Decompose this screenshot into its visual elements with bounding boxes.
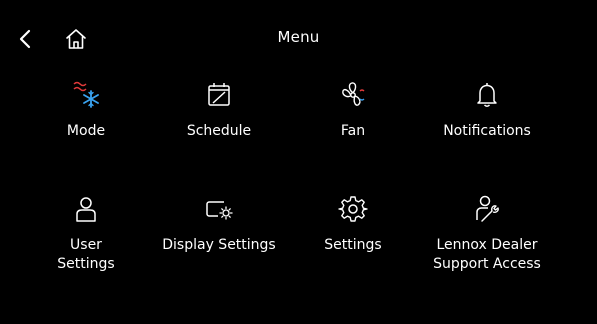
menu-item-label: Display Settings	[162, 237, 276, 253]
mode-icon	[69, 78, 103, 112]
menu-item-fan[interactable]: Fan	[286, 78, 420, 141]
page-title: Menu	[277, 28, 320, 46]
schedule-icon	[202, 78, 236, 112]
menu-item-display-settings[interactable]: Display Settings	[152, 192, 286, 255]
menu-item-label: Schedule	[186, 123, 252, 139]
menu-item-mode[interactable]: Mode	[19, 78, 153, 141]
menu-grid: Mode Schedule Fan Notifications User Set…	[0, 76, 597, 306]
fan-icon	[336, 78, 370, 112]
menu-item-label: Fan	[340, 123, 366, 139]
top-bar: Menu	[0, 0, 597, 76]
menu-item-settings[interactable]: Settings	[286, 192, 420, 255]
gear-icon	[336, 192, 370, 226]
menu-item-dealer-support[interactable]: Lennox Dealer Support Access	[420, 192, 554, 274]
dealer-support-icon	[470, 192, 504, 226]
menu-item-label: Settings	[324, 237, 382, 253]
menu-item-label: Notifications	[443, 123, 531, 139]
menu-item-label: User Settings	[57, 237, 115, 272]
bell-icon	[470, 78, 504, 112]
user-icon	[69, 192, 103, 226]
menu-item-notifications[interactable]: Notifications	[420, 78, 554, 141]
menu-item-label: Lennox Dealer Support Access	[433, 237, 541, 272]
menu-item-schedule[interactable]: Schedule	[152, 78, 286, 141]
menu-item-label: Mode	[66, 123, 106, 139]
display-settings-icon	[202, 192, 236, 226]
menu-item-user-settings[interactable]: User Settings	[19, 192, 153, 274]
